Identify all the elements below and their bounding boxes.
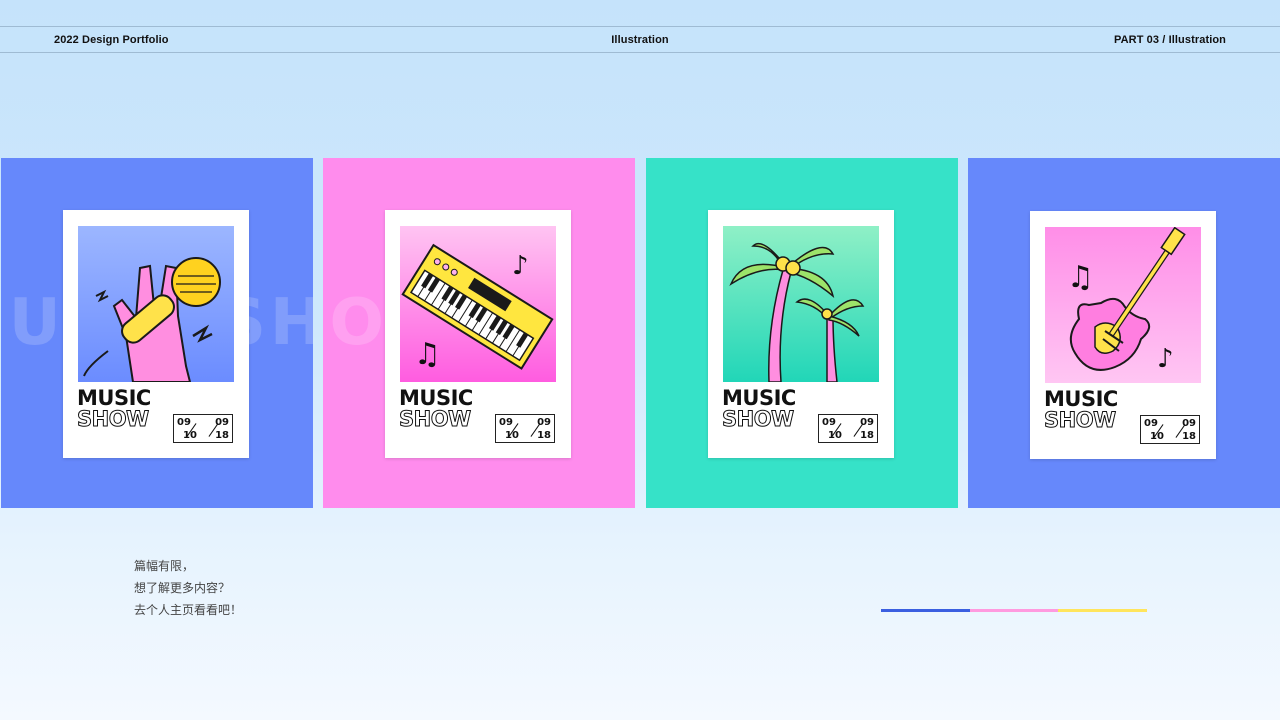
poster-card[interactable]: ♪ ♫ MUSIC SHOW 09 09 10 18	[385, 210, 571, 458]
card-title-show: SHOW	[1044, 408, 1117, 432]
svg-text:♫: ♫	[414, 337, 441, 372]
date-month-start: 09	[822, 417, 836, 428]
bar-blue	[881, 609, 970, 612]
header-bar: 2022 Design Portfolio Illustration PART …	[0, 26, 1280, 53]
palm-tree-icon	[723, 226, 879, 382]
panel-guitar: MUSIC SHOW ♫ ♪ MUSIC SHOW	[968, 158, 1280, 508]
svg-text:♪: ♪	[1157, 344, 1174, 374]
card-title-music: MUSIC	[722, 386, 796, 410]
date-box: 09 09 10 18	[818, 414, 878, 443]
card-title-show: SHOW	[399, 407, 472, 431]
guitar-icon: ♫ ♪	[1045, 227, 1201, 383]
date-box: 09 09 10 18	[495, 414, 555, 443]
date-day-end: 18	[537, 430, 551, 441]
card-title-music: MUSIC	[77, 386, 151, 410]
section-title: Illustration	[611, 34, 669, 46]
panel-palm-trees: MUSIC SHOW 09 09 10 18	[646, 158, 958, 508]
date-day-end: 18	[1182, 431, 1196, 442]
footer-line-2: 想了解更多内容？	[134, 581, 231, 595]
svg-text:♫: ♫	[1067, 260, 1094, 295]
color-bars	[881, 609, 1148, 612]
card-title-music: MUSIC	[1044, 387, 1118, 411]
card-title-music: MUSIC	[399, 386, 473, 410]
poster-card[interactable]: MUSIC SHOW 09 09 10 18	[63, 210, 249, 458]
microphone-icon	[78, 226, 234, 382]
footer-note: 篇幅有限， 想了解更多内容？ 去个人主页看看吧！	[134, 555, 242, 621]
date-month-start: 09	[177, 417, 191, 428]
bar-yellow	[1058, 609, 1148, 612]
poster-card[interactable]: ♫ ♪ MUSIC SHOW 09 09 10 18	[1030, 211, 1216, 459]
card-title-show: SHOW	[77, 407, 150, 431]
date-day-end: 18	[215, 430, 229, 441]
keyboard-icon: ♪ ♫	[400, 226, 556, 382]
footer-line-3: 去个人主页看看吧！	[134, 603, 243, 617]
panel-keyboard: MUSIC SHOW	[323, 158, 635, 508]
date-month-start: 09	[499, 417, 513, 428]
bar-pink	[969, 609, 1059, 612]
poster-card[interactable]: MUSIC SHOW 09 09 10 18	[708, 210, 894, 458]
panel-microphone: MUSIC SHOW MUSIC SHOW 09	[1, 158, 313, 508]
card-title-show: SHOW	[722, 407, 795, 431]
date-box: 09 09 10 18	[1140, 415, 1200, 444]
date-month-start: 09	[1144, 418, 1158, 429]
date-box: 09 09 10 18	[173, 414, 233, 443]
footer-line-1: 篇幅有限，	[134, 559, 195, 573]
date-day-end: 18	[860, 430, 874, 441]
svg-text:♪: ♪	[512, 251, 529, 281]
part-label: PART 03 / Illustration	[1113, 34, 1226, 46]
